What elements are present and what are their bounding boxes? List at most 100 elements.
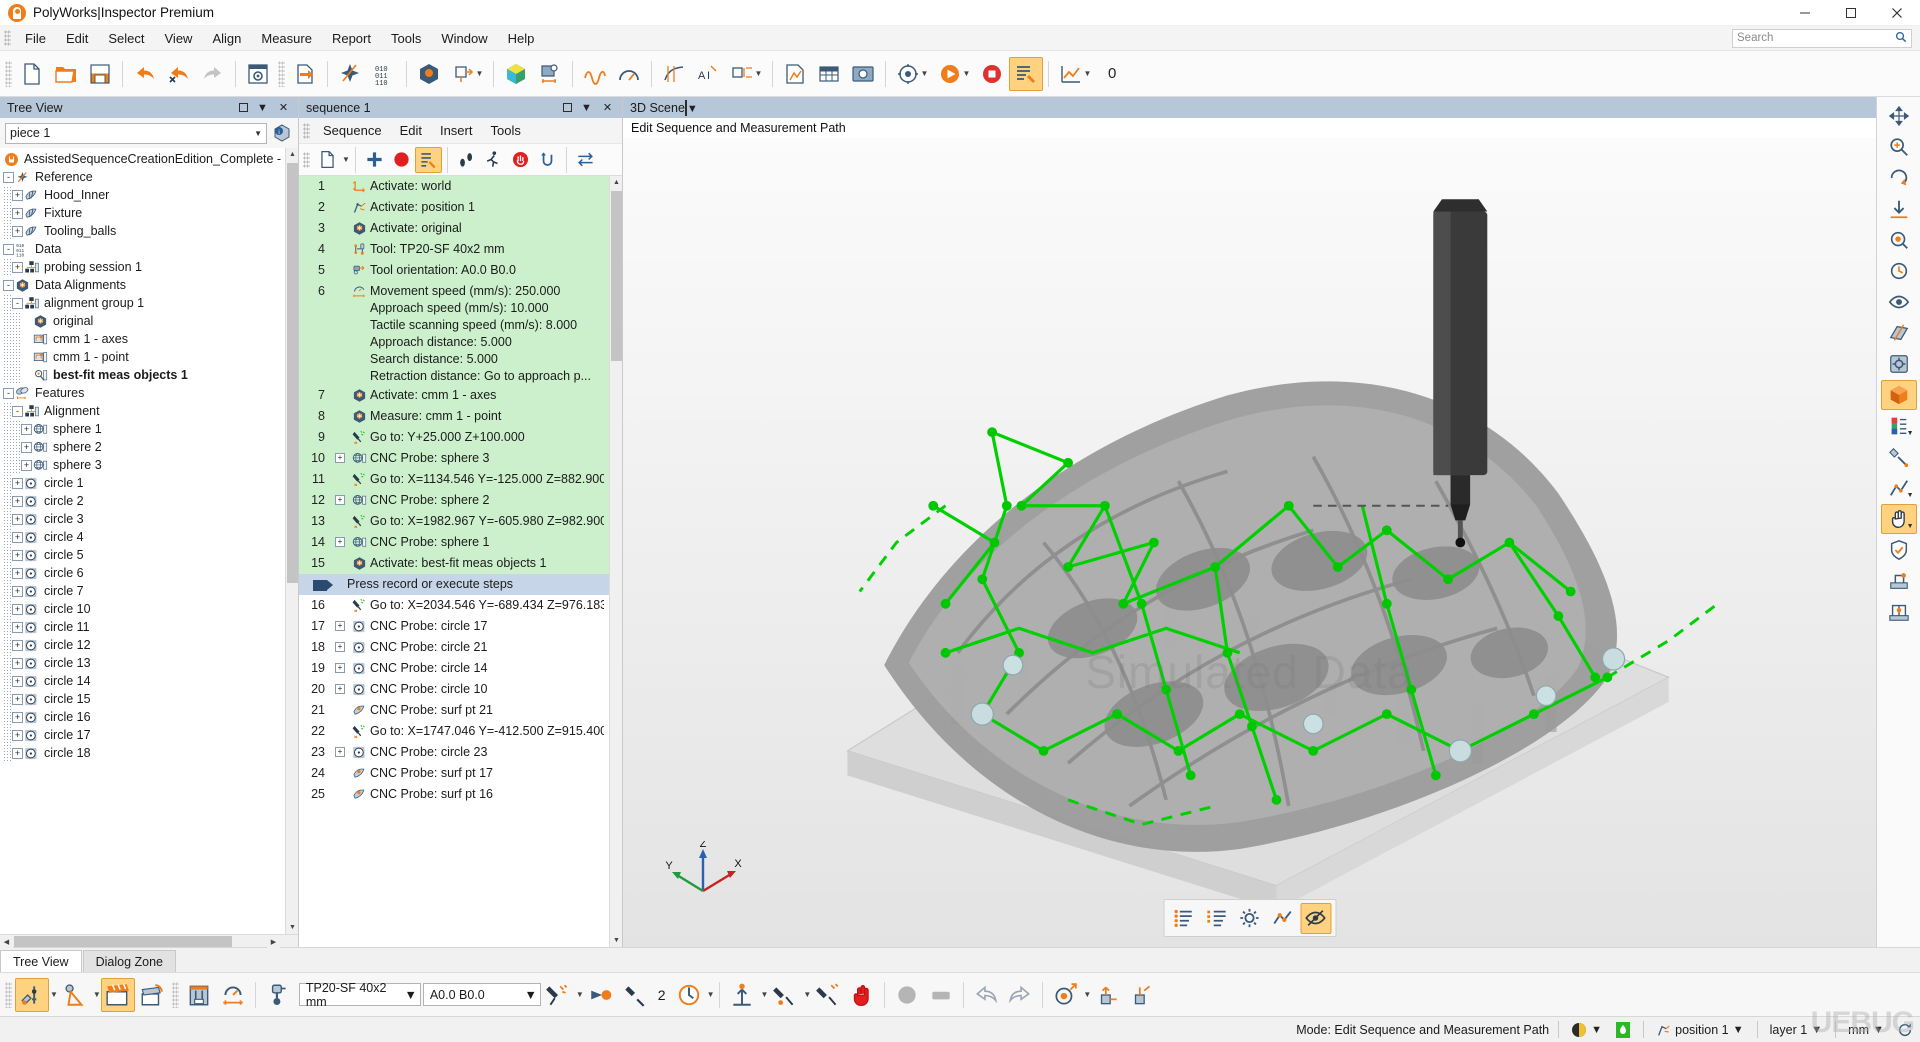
tree-toggle[interactable]: + [12,622,23,633]
stop-record-button[interactable] [975,57,1009,91]
tree-item-alignment[interactable]: -Alignment [0,402,298,420]
sequence-step-row[interactable]: 19+CNC Probe: circle 14▼ [299,658,622,679]
tree-hscroll-thumb[interactable] [14,936,232,947]
tree-toggle[interactable]: + [12,658,23,669]
sequence-vertical-scrollbar[interactable]: ▲ ▼ [609,176,622,947]
sequence-editor-button[interactable] [1009,57,1043,91]
chevron-down-icon[interactable]: ▼ [476,69,484,78]
zoom-fit-button[interactable] [1881,225,1917,255]
new-sequence-button[interactable] [314,147,341,173]
tree-toggle[interactable]: + [21,424,32,435]
menu-edit[interactable]: Edit [56,28,98,49]
axis-origin-button[interactable] [725,978,759,1012]
tree-item-circle-15[interactable]: +circle 15 [0,690,298,708]
chevron-down-icon-colorscale[interactable]: ▼ [1907,430,1914,437]
chevron-down-icon-probecfg[interactable]: ▼ [50,990,58,999]
tree-body[interactable]: AssistedSequenceCreationEdition_Complete… [0,148,298,934]
sequence-toolbar-grip[interactable] [303,152,310,168]
sequence-step-row[interactable]: 1Activate: world▼ [299,176,622,197]
tree-toggle[interactable]: + [12,478,23,489]
execute-button[interactable] [480,147,507,173]
chevron-down-icon-2[interactable]: ▼ [755,69,763,78]
toolbar-grip-2[interactable] [278,61,285,87]
tree-item-sphere-2[interactable]: +sphere 2 [0,438,298,456]
probe-view-button[interactable] [1881,442,1917,472]
tree-item-fixture[interactable]: +Fixture [0,204,298,222]
open-file-button[interactable] [49,57,83,91]
chevron-down-icon-scene[interactable]: ▼ [687,103,698,115]
sequence-menu-sequence[interactable]: Sequence [314,120,391,141]
info-cube-icon[interactable]: i [271,122,293,144]
sequence-menu-edit[interactable]: Edit [391,120,431,141]
sequence-step-row[interactable]: 10+CNC Probe: sphere 3▼ [299,448,622,469]
sequence-step-row[interactable]: 12+CNC Probe: sphere 2▼ [299,490,622,511]
tree-item-features[interactable]: -Features [0,384,298,402]
chevron-down-icon-position[interactable]: ▼ [1732,1024,1745,1036]
sequence-step-row[interactable]: 25CNC Probe: surf pt 16▼ [299,784,622,805]
green-probe-icon[interactable] [1612,1021,1634,1039]
seq-scroll-down-arrow[interactable]: ▼ [610,934,622,947]
tree-item-tooling-balls[interactable]: +Tooling_balls [0,222,298,240]
sequence-step-row[interactable]: 16Go to: X=2034.546 Y=-689.434 Z=976.183… [299,595,622,616]
status-position-item[interactable]: position 1 ▼ [1653,1022,1748,1038]
eye-visibility-button[interactable] [1881,287,1917,317]
tree-toggle[interactable]: - [12,298,23,309]
sequence-step-row[interactable]: 7Activate: cmm 1 - axes▼ [299,385,622,406]
speed-settings-button[interactable] [216,978,250,1012]
tree-item-cmm-1-point[interactable]: cmm 1 - point [0,348,298,366]
tree-toggle[interactable]: - [3,244,14,255]
tree-toggle[interactable]: + [12,226,23,237]
move-arrows-button[interactable] [1881,101,1917,131]
sequence-step-row[interactable]: 6Movement speed (mm/s): 250.000Approach … [299,281,622,385]
stop-hand-button[interactable] [507,147,534,173]
minimize-button[interactable] [1782,0,1828,26]
cross-section-button[interactable] [657,57,691,91]
tree-item-circle-10[interactable]: +circle 10 [0,600,298,618]
menu-file[interactable]: File [15,28,56,49]
target-button[interactable] [1048,978,1082,1012]
chevron-down-icon-pathpt[interactable]: ▼ [803,990,811,999]
menu-measure[interactable]: Measure [251,28,322,49]
sequence-step-row[interactable]: 17+CNC Probe: circle 17▼ [299,616,622,637]
rotate-view-button[interactable] [1881,163,1917,193]
measurement-path-button[interactable]: ▼ [1881,473,1917,503]
tree-item-original[interactable]: original [0,312,298,330]
hand-pan-button[interactable]: ▼ [1881,504,1917,534]
chevron-down-icon-tree[interactable]: ▼ [256,102,269,114]
sequence-step-expander[interactable]: + [332,534,348,547]
pin-icon[interactable] [239,103,248,112]
clipping-plane-button[interactable] [1881,318,1917,348]
zoom-window-button[interactable] [1881,132,1917,162]
tree-item-data-alignments[interactable]: -Data Alignments [0,276,298,294]
tree-horizontal-scrollbar[interactable]: ◀ ▶ [0,934,298,947]
tree-item-sphere-1[interactable]: +sphere 1 [0,420,298,438]
status-units-item[interactable]: mm ▼ [1845,1023,1888,1037]
tree-item-circle-17[interactable]: +circle 17 [0,726,298,744]
sequence-step-expander[interactable]: + [332,492,348,505]
dimension-button[interactable]: ▼ [725,57,767,91]
scene-settings-button[interactable] [1234,903,1265,934]
menu-align[interactable]: Align [202,28,251,49]
sequence-step-list[interactable]: 1Activate: world▼2Activate: position 1▼3… [299,176,622,947]
feature-button[interactable] [578,57,612,91]
scroll-left-arrow[interactable]: ◀ [0,935,13,948]
chevron-down-icon-orient[interactable]: ▼ [524,988,536,1002]
sequence-step-row[interactable]: 24CNC Probe: surf pt 17▼ [299,763,622,784]
tree-item-circle-13[interactable]: +circle 13 [0,654,298,672]
tree-item-reference[interactable]: -Reference [0,168,298,186]
refresh-icon[interactable] [1894,1022,1916,1038]
sequence-step-row[interactable]: 2Activate: position 1▼ [299,197,622,218]
sequence-step-expander[interactable]: + [332,681,348,694]
tree-toggle[interactable]: + [12,568,23,579]
device-toolbar-grip[interactable] [5,982,12,1008]
menu-window[interactable]: Window [431,28,497,49]
cmm-connect-button[interactable] [182,978,216,1012]
tree-toggle[interactable]: + [12,208,23,219]
probe-axis-1-button[interactable] [1091,978,1125,1012]
chevron-down-icon-probestatus[interactable]: ▼ [707,990,715,999]
menu-view[interactable]: View [155,28,203,49]
tree-item-circle-6[interactable]: +circle 6 [0,564,298,582]
tree-toggle[interactable]: + [12,262,23,273]
tree-root-row[interactable]: AssistedSequenceCreationEdition_Complete… [0,150,298,168]
close-icon-seq[interactable]: ✕ [601,101,614,114]
